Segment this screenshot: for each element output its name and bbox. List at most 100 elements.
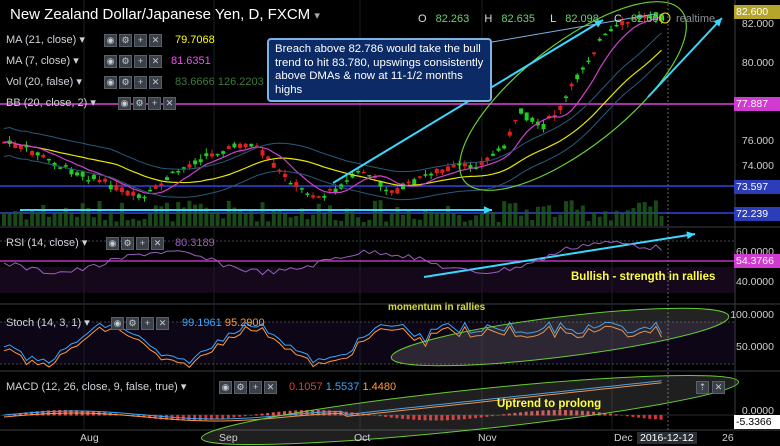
- eye-icon[interactable]: ◉: [106, 237, 119, 250]
- candle: [344, 180, 349, 182]
- volume-bar: [558, 214, 563, 226]
- chevron-down-icon[interactable]: ▾: [90, 97, 96, 109]
- chevron-down-icon[interactable]: ▾: [82, 237, 88, 249]
- price-tick: 80.000: [741, 57, 774, 69]
- volume-bar: [592, 212, 597, 226]
- chevron-down-icon[interactable]: ▾: [84, 317, 90, 329]
- stoch-annotation: momentum in rallies: [388, 302, 486, 313]
- candle: [108, 184, 113, 190]
- chevron-down-icon[interactable]: ▾: [76, 76, 82, 88]
- gear-icon[interactable]: ⚙: [234, 381, 247, 394]
- chevron-down-icon[interactable]: ▾: [181, 381, 187, 393]
- price-tag: 77.887: [734, 97, 780, 111]
- candle: [91, 174, 96, 180]
- plus-icon[interactable]: +: [148, 97, 161, 110]
- candle: [125, 190, 130, 196]
- plus-icon[interactable]: +: [249, 381, 262, 394]
- ohlc-close: C 82.600: [613, 13, 665, 25]
- macd-histogram-bar: [271, 412, 275, 416]
- plus-icon[interactable]: +: [141, 317, 154, 330]
- candle: [288, 182, 293, 185]
- up-arrow-icon[interactable]: ⇡: [696, 381, 709, 394]
- eye-icon[interactable]: ◉: [104, 55, 117, 68]
- macd-histogram-bar: [620, 415, 624, 416]
- chevron-down-icon[interactable]: ▾: [79, 34, 85, 46]
- eye-icon[interactable]: ◉: [118, 97, 131, 110]
- volume-bar: [215, 211, 220, 226]
- volume-bar: [153, 205, 158, 226]
- candle: [580, 67, 585, 70]
- close-icon[interactable]: ✕: [156, 317, 169, 330]
- chevron-down-icon[interactable]: ▾: [73, 55, 79, 67]
- close-icon[interactable]: ✕: [712, 381, 725, 394]
- volume-bar: [238, 208, 243, 226]
- candle: [226, 146, 231, 149]
- plus-icon[interactable]: +: [136, 237, 149, 250]
- indicator-macd[interactable]: MACD (12, 26, close, 9, false, true) ▾: [6, 380, 186, 394]
- volume-bar: [103, 220, 108, 226]
- ma7-value: 81.6351: [171, 55, 211, 67]
- candle: [271, 162, 276, 168]
- eye-icon[interactable]: ◉: [219, 381, 232, 394]
- rsi-tag: 54.3766: [734, 254, 780, 268]
- macd-histogram-bar: [266, 412, 270, 416]
- volume-bar: [445, 205, 450, 226]
- candle: [13, 144, 18, 149]
- candle: [198, 159, 203, 163]
- volume-bar: [569, 200, 574, 226]
- indicator-ma21[interactable]: MA (21, close) ▾: [6, 33, 85, 47]
- gear-icon[interactable]: ⚙: [121, 237, 134, 250]
- close-icon[interactable]: ✕: [149, 76, 162, 89]
- volume-bar: [333, 220, 338, 226]
- volume-bar: [136, 220, 141, 226]
- volume-bar: [266, 221, 271, 226]
- close-icon[interactable]: ✕: [149, 34, 162, 47]
- volume-bar: [541, 206, 546, 226]
- candle: [114, 184, 119, 191]
- candle: [356, 170, 361, 173]
- candle: [597, 38, 602, 41]
- gear-icon[interactable]: ⚙: [119, 34, 132, 47]
- volume-bar: [30, 209, 35, 226]
- candle: [176, 171, 181, 173]
- plus-icon[interactable]: +: [134, 34, 147, 47]
- indicator-ma7[interactable]: MA (7, close) ▾: [6, 54, 79, 68]
- indicator-bb[interactable]: BB (20, close, 2) ▾: [6, 96, 96, 110]
- indicator-rsi[interactable]: RSI (14, close) ▾: [6, 236, 87, 250]
- gear-icon[interactable]: ⚙: [133, 97, 146, 110]
- volume-bar: [653, 200, 658, 226]
- plus-icon[interactable]: +: [134, 76, 147, 89]
- close-icon[interactable]: ✕: [264, 381, 277, 394]
- close-icon[interactable]: ✕: [151, 237, 164, 250]
- stoch-tick: 50.0000: [736, 341, 774, 353]
- eye-icon[interactable]: ◉: [104, 34, 117, 47]
- ohlc-low: L 82.098: [550, 13, 599, 25]
- volume-bar: [625, 210, 630, 226]
- volume-bar: [642, 202, 647, 226]
- candle: [63, 165, 68, 167]
- candle: [305, 193, 310, 195]
- gear-icon[interactable]: ⚙: [119, 55, 132, 68]
- candle: [406, 181, 411, 184]
- volume-bar: [41, 204, 46, 226]
- eye-icon[interactable]: ◉: [111, 317, 124, 330]
- close-icon[interactable]: ✕: [163, 97, 176, 110]
- volume-bar: [24, 219, 29, 226]
- candle: [120, 187, 125, 193]
- candle: [451, 164, 456, 168]
- chevron-down-icon[interactable]: ▾: [314, 10, 320, 22]
- candle: [30, 150, 35, 156]
- volume-bar: [288, 217, 293, 226]
- candle: [260, 150, 265, 156]
- volume-bar: [648, 206, 653, 226]
- close-icon[interactable]: ✕: [149, 55, 162, 68]
- plus-icon[interactable]: +: [134, 55, 147, 68]
- indicator-stoch[interactable]: Stoch (14, 3, 1) ▾: [6, 316, 90, 330]
- candle: [592, 52, 597, 55]
- candle: [103, 178, 108, 182]
- gear-icon[interactable]: ⚙: [126, 317, 139, 330]
- eye-icon[interactable]: ◉: [104, 76, 117, 89]
- macd-histogram-bar: [221, 415, 225, 419]
- gear-icon[interactable]: ⚙: [119, 76, 132, 89]
- indicator-vol[interactable]: Vol (20, false) ▾: [6, 75, 82, 89]
